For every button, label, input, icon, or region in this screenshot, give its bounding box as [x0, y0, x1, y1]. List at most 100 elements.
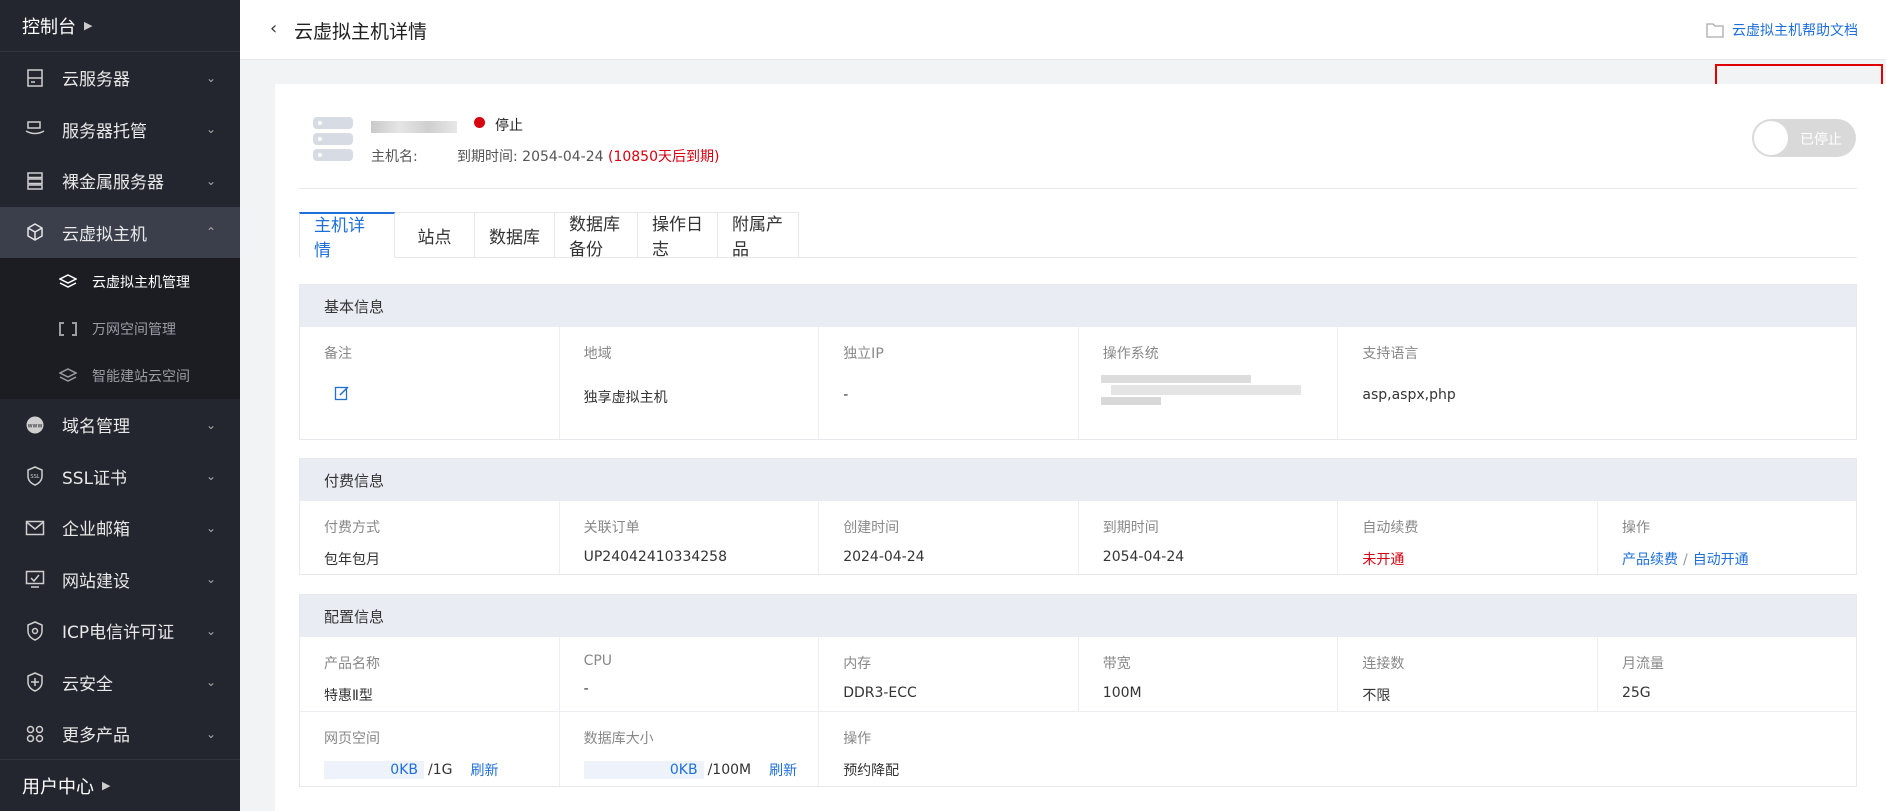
sidebar-item-label: ICP电信许可证 [62, 623, 175, 644]
sidebar-item-mail[interactable]: 企业邮箱 ⌄ [0, 502, 240, 554]
web-space-total: /1G [428, 762, 453, 778]
help-doc-link[interactable]: 云虚拟主机帮助文档 [1706, 20, 1858, 40]
db-size-cell: 数据库大小 0KB /100M 刷新 [560, 712, 820, 786]
sidebar-subitem-label: 云虚拟主机管理 [92, 274, 190, 291]
power-toggle[interactable]: 已停止 [1752, 119, 1856, 157]
config-cell: 连接数 不限 [1338, 637, 1598, 712]
monitor-check-icon [24, 568, 46, 590]
web-space-cell: 网页空间 0KB /1G 刷新 [300, 712, 560, 786]
sidebar-item-label: 云安全 [62, 674, 113, 695]
remark-cell: 备注 [300, 327, 560, 439]
db-size-used: 0KB [669, 762, 698, 778]
config-value: - [583, 681, 589, 697]
divider [299, 188, 1857, 189]
chevron-down-icon: ⌄ [205, 469, 216, 484]
sidebar-item-virtual-host[interactable]: 云虚拟主机 ⌃ [0, 206, 240, 258]
back-arrow-icon[interactable]: ‹ [270, 18, 277, 39]
config-ops-label: 操作 [843, 731, 872, 747]
renew-link[interactable]: 产品续费 [1622, 552, 1678, 568]
config-cell: 带宽 100M [1078, 637, 1339, 712]
server-icon [24, 67, 46, 89]
status-text: 停止 [495, 118, 523, 134]
db-size-total: /100M [707, 762, 752, 778]
sidebar-item-label: 云服务器 [62, 70, 130, 91]
tab-op-log[interactable]: 操作日志 [638, 212, 718, 260]
config-info-section: 配置信息 产品名称 特惠Ⅱ型 CPU - 内存 DDR3-ECC 带宽 100M… [299, 594, 1857, 787]
billing-cell: 自动续费 未开通 [1338, 501, 1598, 574]
web-space-label: 网页空间 [324, 731, 380, 747]
sidebar-item-icp[interactable]: ICP电信许可证 ⌄ [0, 605, 240, 657]
chevron-down-icon: ⌄ [205, 675, 216, 690]
sidebar-item-baremetal[interactable]: 裸金属服务器 ⌄ [0, 155, 240, 207]
region-cell: 地域 独享虚拟主机 [560, 327, 820, 439]
console-link[interactable]: 控制台 ▶ [0, 0, 240, 52]
billing-value: 2054-04-24 [1102, 549, 1185, 565]
host-server-icon [313, 117, 353, 161]
tab-sites[interactable]: 站点 [395, 212, 475, 258]
config-label: 带宽 [1102, 656, 1131, 672]
sidebar-subitem-smart-site[interactable]: 智能建站云空间 [0, 352, 240, 399]
sidebar-item-more[interactable]: 更多产品 ⌄ [0, 708, 240, 760]
config-cell: 产品名称 特惠Ⅱ型 [300, 637, 560, 712]
bracket-icon [58, 319, 78, 339]
sidebar-item-cloud-security[interactable]: 云安全 ⌄ [0, 657, 240, 709]
console-label: 控制台 [22, 16, 76, 38]
billing-label: 付费方式 [324, 520, 380, 536]
svg-text:SSL: SSL [30, 474, 39, 480]
os-label: 操作系统 [1102, 346, 1159, 362]
sidebar-item-label: 网站建设 [62, 571, 130, 592]
db-size-label: 数据库大小 [583, 731, 654, 747]
icp-shield-icon [24, 620, 46, 642]
ip-cell: 独立IP - [819, 327, 1079, 439]
detail-card: 停止 主机名: 到期时间: 2054-04-24 (10850天后到期) 已停止… [275, 84, 1886, 811]
config-value: 25G [1621, 685, 1651, 701]
config-cell: 月流量 25G [1597, 637, 1856, 712]
sidebar: 控制台 ▶ 云服务器 ⌄ 服务器托管 ⌄ 裸金属服务器 ⌄ 云虚拟主机 ⌃ 云虚… [0, 0, 240, 811]
hosting-icon [24, 118, 46, 140]
web-space-used: 0KB [390, 762, 418, 778]
billing-ops-cell: 操作 产品续费 / 自动开通 [1598, 501, 1856, 574]
help-doc-label: 云虚拟主机帮助文档 [1732, 23, 1858, 39]
status-dot [474, 117, 485, 128]
sidebar-item-label: 域名管理 [62, 417, 130, 438]
tab-db-backup[interactable]: 数据库备份 [555, 212, 638, 260]
tab-addons[interactable]: 附属产品 [718, 212, 799, 260]
config-label: 产品名称 [324, 656, 380, 672]
db-size-refresh-link[interactable]: 刷新 [769, 760, 797, 780]
auto-renew-link[interactable]: 自动开通 [1693, 552, 1749, 568]
user-center-link[interactable]: 用户中心 ▶ [0, 759, 240, 811]
caret-right-icon: ▶ [84, 19, 93, 32]
sidebar-subitem-wanwang[interactable]: 万网空间管理 [0, 305, 240, 352]
sidebar-item-label: 裸金属服务器 [62, 173, 164, 194]
sidebar-subitem-label: 万网空间管理 [92, 321, 176, 338]
sidebar-subitem-vhost-manage[interactable]: 云虚拟主机管理 [0, 258, 240, 305]
config-label: 内存 [843, 656, 872, 672]
lang-cell: 支持语言 asp,aspx,php [1338, 327, 1856, 439]
web-space-bar: 0KB [324, 761, 424, 779]
config-value: DDR3-ECC [843, 685, 917, 701]
chevron-down-icon: ⌄ [205, 417, 216, 432]
config-cell: 内存 DDR3-ECC [819, 637, 1079, 712]
billing-value: UP24042410334258 [583, 549, 727, 565]
sidebar-item-cloud-server[interactable]: 云服务器 ⌄ [0, 52, 240, 104]
sidebar-item-hosting[interactable]: 服务器托管 ⌄ [0, 104, 240, 156]
web-space-refresh-link[interactable]: 刷新 [470, 760, 498, 780]
chevron-down-icon: ⌄ [205, 122, 216, 137]
host-name-redacted [371, 121, 457, 133]
config-label: 连接数 [1362, 656, 1405, 672]
region-value: 独享虚拟主机 [583, 390, 668, 406]
tab-database[interactable]: 数据库 [475, 212, 555, 258]
chevron-down-icon: ⌄ [205, 726, 216, 741]
section-title: 付费信息 [300, 459, 1856, 501]
baremetal-icon [24, 170, 46, 192]
tab-host-detail[interactable]: 主机详情 [299, 212, 395, 261]
edit-icon[interactable] [334, 385, 350, 401]
sidebar-item-domain[interactable]: www 域名管理 ⌄ [0, 399, 240, 451]
layers-icon [58, 366, 78, 386]
chevron-down-icon: ⌄ [205, 173, 216, 188]
sidebar-item-ssl[interactable]: SSL SSL证书 ⌄ [0, 451, 240, 503]
ops-label: 操作 [1621, 520, 1650, 536]
sidebar-item-website[interactable]: 网站建设 ⌄ [0, 554, 240, 606]
expire-info: 到期时间: 2054-04-24 (10850天后到期) [457, 146, 719, 166]
grid-icon [24, 723, 46, 745]
